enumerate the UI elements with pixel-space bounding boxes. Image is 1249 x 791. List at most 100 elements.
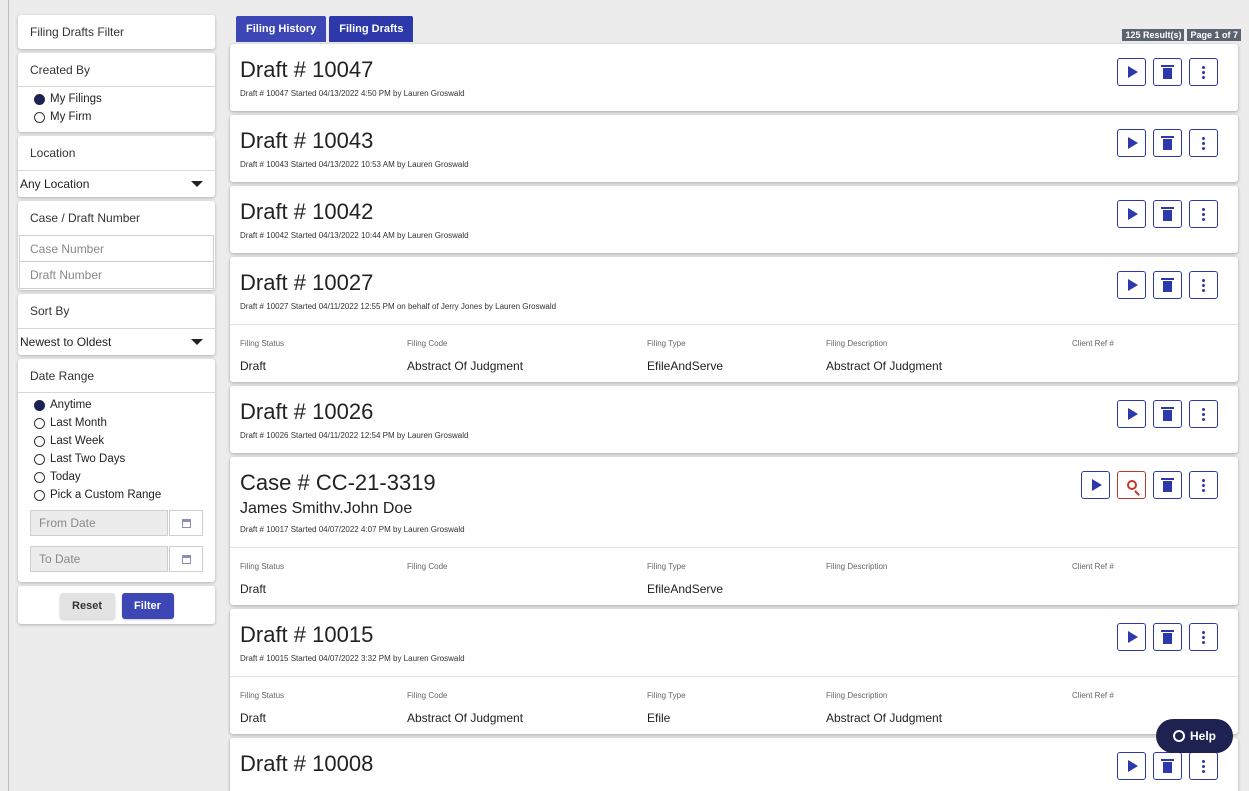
delete-draft-button[interactable]	[1153, 471, 1182, 499]
client-ref-header: Client Ref #	[1072, 339, 1114, 348]
sort-select-value: Newest to Oldest	[20, 335, 112, 349]
delete-draft-button[interactable]	[1153, 58, 1182, 86]
draft-meta: Draft # 10047 Started 04/13/2022 4:50 PM…	[240, 89, 465, 98]
resume-draft-button[interactable]	[1117, 400, 1146, 428]
draft-number-input[interactable]: Draft Number	[19, 262, 214, 289]
filter-title: Filing Drafts Filter	[30, 25, 125, 39]
kebab-menu-icon	[1202, 207, 1205, 221]
kebab-menu-icon	[1202, 407, 1205, 421]
resume-draft-button[interactable]	[1117, 623, 1146, 651]
draft-meta: Draft # 10015 Started 04/07/2022 3:32 PM…	[240, 654, 465, 663]
filing-description-header: Filing Description	[826, 339, 888, 348]
resume-draft-button[interactable]	[1117, 129, 1146, 157]
filing-description-value: Abstract Of Judgment	[826, 711, 943, 725]
radio-my-filings[interactable]: My Filings	[34, 90, 215, 108]
case-draft-section: Case / Draft Number Case Number Draft Nu…	[18, 201, 215, 290]
resume-draft-button[interactable]	[1081, 471, 1110, 499]
date-range-section: Date Range Anytime Last Month Last Week …	[18, 359, 215, 582]
draft-actions	[1117, 200, 1218, 228]
kebab-menu-icon	[1202, 65, 1205, 79]
radio-anytime[interactable]: Anytime	[34, 396, 215, 414]
radio-label: Today	[50, 471, 81, 483]
radio-last-month[interactable]: Last Month	[34, 414, 215, 432]
case-search-button[interactable]	[1117, 471, 1146, 499]
help-button[interactable]: Help	[1156, 719, 1233, 753]
more-options-button[interactable]	[1189, 400, 1218, 428]
draft-title: Draft # 10027	[240, 270, 374, 295]
delete-draft-button[interactable]	[1153, 752, 1182, 780]
delete-draft-button[interactable]	[1153, 623, 1182, 651]
more-options-button[interactable]	[1189, 752, 1218, 780]
case-parties: James Smithv.John Doe	[240, 500, 413, 517]
filing-details: Filing Status Filing Code Filing Type Fi…	[230, 547, 1238, 605]
trash-icon	[1161, 206, 1174, 221]
draft-actions	[1117, 129, 1218, 157]
reset-button[interactable]: Reset	[59, 593, 115, 619]
delete-draft-button[interactable]	[1153, 400, 1182, 428]
from-date-picker-button[interactable]	[169, 510, 203, 536]
radio-label: Last Week	[50, 435, 105, 447]
radio-last-week[interactable]: Last Week	[34, 432, 215, 450]
sort-select[interactable]: Newest to Oldest	[18, 328, 215, 355]
created-by-radio-group: My Filings My Firm	[18, 87, 215, 132]
filing-code-value: Abstract Of Judgment	[407, 359, 524, 373]
more-options-button[interactable]	[1189, 471, 1218, 499]
radio-my-firm[interactable]: My Firm	[34, 108, 215, 126]
more-options-button[interactable]	[1189, 623, 1218, 651]
radio-label: Last Two Days	[50, 453, 126, 465]
draft-meta: Draft # 10017 Started 04/07/2022 4:07 PM…	[240, 525, 465, 534]
tab-filing-history[interactable]: Filing History	[236, 16, 327, 42]
to-date-picker-button[interactable]	[169, 546, 203, 572]
location-select[interactable]: Any Location	[18, 170, 215, 197]
radio-label: Anytime	[50, 399, 92, 411]
filing-description-header: Filing Description	[826, 562, 888, 571]
filter-button[interactable]: Filter	[121, 593, 174, 619]
play-icon	[1092, 479, 1102, 491]
resume-draft-button[interactable]	[1117, 58, 1146, 86]
radio-label: Pick a Custom Range	[50, 489, 162, 501]
trash-icon	[1161, 758, 1174, 773]
delete-draft-button[interactable]	[1153, 129, 1182, 157]
from-date-row: From Date	[30, 510, 215, 536]
more-options-button[interactable]	[1189, 58, 1218, 86]
play-icon	[1128, 66, 1138, 78]
case-number-input[interactable]: Case Number	[19, 235, 214, 262]
more-options-button[interactable]	[1189, 271, 1218, 299]
trash-icon	[1161, 64, 1174, 79]
draft-title: Draft # 10043	[240, 128, 374, 153]
radio-custom-range[interactable]: Pick a Custom Range	[34, 486, 215, 504]
tab-filing-drafts[interactable]: Filing Drafts	[329, 16, 414, 42]
delete-draft-button[interactable]	[1153, 200, 1182, 228]
page-left-border	[8, 0, 9, 791]
results-count: 125 Result(s)	[1122, 29, 1185, 41]
to-date-input[interactable]: To Date	[30, 546, 168, 572]
more-options-button[interactable]	[1189, 200, 1218, 228]
to-date-row: To Date	[30, 546, 215, 572]
draft-title: Draft # 10047	[240, 57, 374, 82]
draft-actions	[1117, 752, 1218, 780]
resume-draft-button[interactable]	[1117, 271, 1146, 299]
radio-label: Last Month	[50, 417, 107, 429]
trash-icon	[1161, 629, 1174, 644]
filing-tabs: Filing History Filing Drafts	[236, 16, 414, 42]
filing-code-value: Abstract Of Judgment	[407, 711, 524, 725]
play-icon	[1128, 760, 1138, 772]
trash-icon	[1161, 406, 1174, 421]
from-date-input[interactable]: From Date	[30, 510, 168, 536]
radio-today[interactable]: Today	[34, 468, 215, 486]
radio-selected-icon	[34, 93, 45, 105]
filing-status-header: Filing Status	[240, 562, 285, 571]
draft-title: Draft # 10015	[240, 622, 374, 647]
more-options-button[interactable]	[1189, 129, 1218, 157]
draft-meta: Draft # 10042 Started 04/13/2022 10:44 A…	[240, 231, 469, 240]
play-icon	[1128, 279, 1138, 291]
delete-draft-button[interactable]	[1153, 271, 1182, 299]
resume-draft-button[interactable]	[1117, 200, 1146, 228]
client-ref-header: Client Ref #	[1072, 691, 1114, 700]
resume-draft-button[interactable]	[1117, 752, 1146, 780]
radio-last-two-days[interactable]: Last Two Days	[34, 450, 215, 468]
radio-label: My Filings	[50, 93, 102, 105]
draft-title: Draft # 10026	[240, 399, 374, 424]
radio-unselected-icon	[34, 111, 45, 123]
draft-meta: Draft # 10027 Started 04/11/2022 12:55 P…	[240, 302, 557, 311]
